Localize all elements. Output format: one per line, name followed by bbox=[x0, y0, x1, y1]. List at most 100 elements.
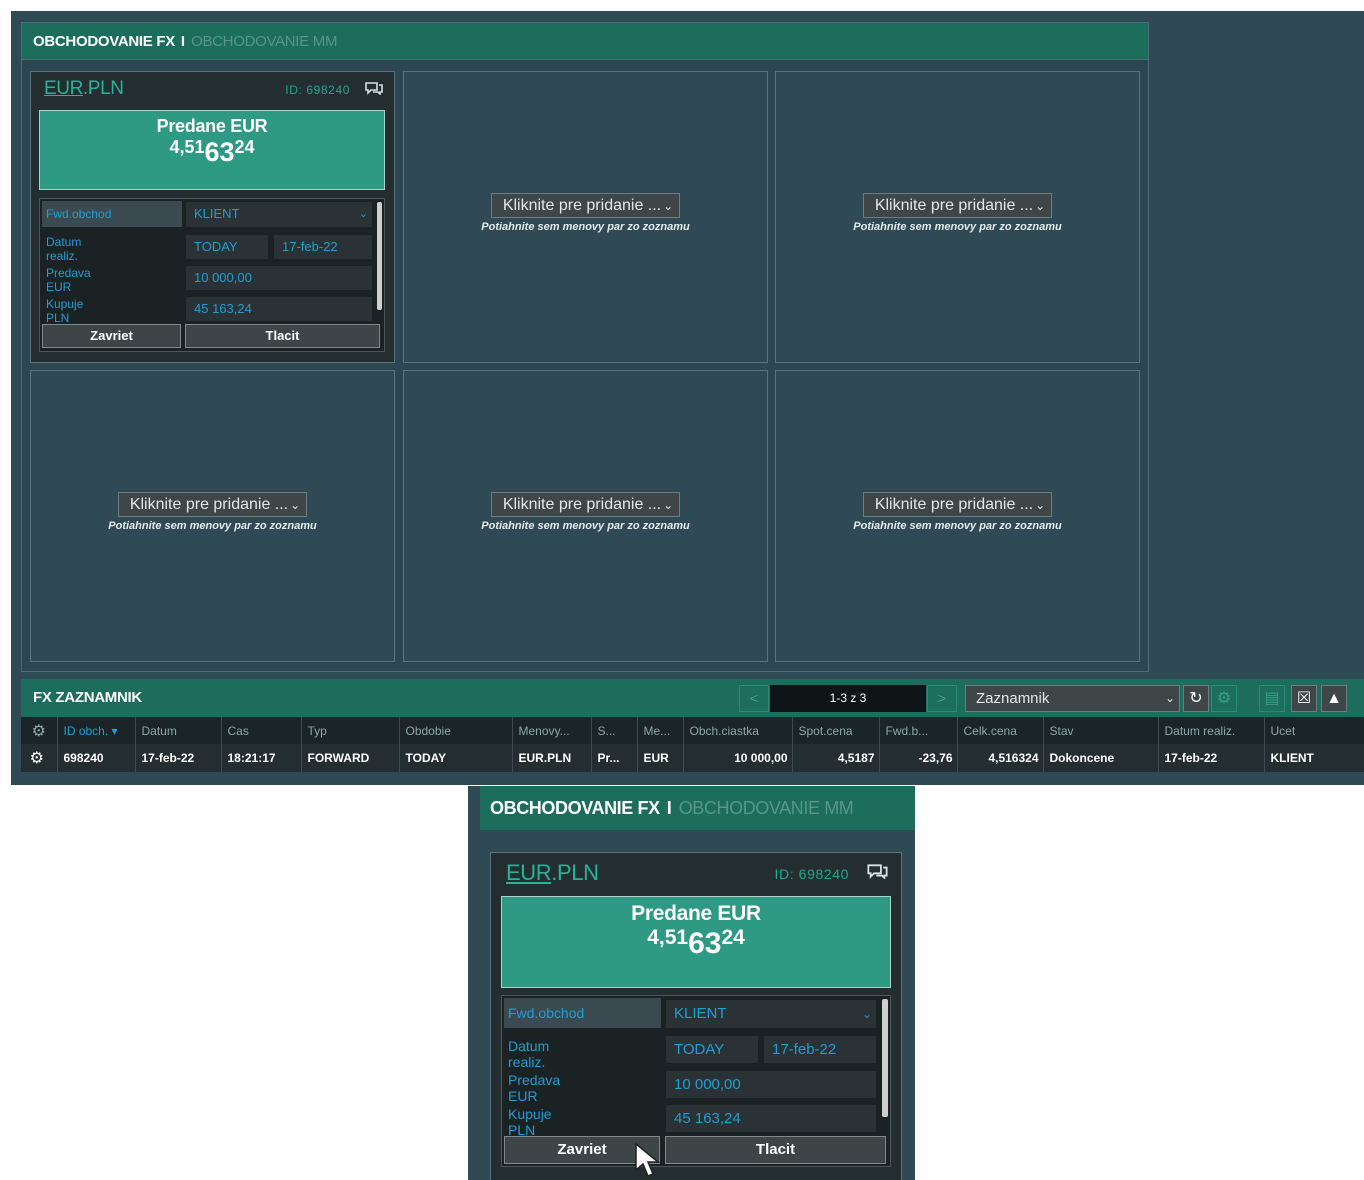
empty-ticket-slot[interactable]: Kliknite pre pridanie ... ⌄ Potiahnite se… bbox=[403, 370, 768, 662]
buy-amount-field[interactable]: 45 163,24 bbox=[666, 1105, 876, 1132]
column-header[interactable]: S... bbox=[591, 717, 638, 744]
fx-log-title: FX ZAZNAMNIK bbox=[33, 689, 142, 706]
gear-icon[interactable]: ⚙ bbox=[1211, 685, 1237, 712]
sell-amount-field[interactable]: 10 000,00 bbox=[186, 266, 372, 290]
print-icon[interactable]: ▤ bbox=[1259, 685, 1285, 712]
chevron-down-icon: ⌄ bbox=[663, 199, 674, 213]
column-header[interactable]: ID obch. ▾ bbox=[57, 717, 136, 744]
add-pair-label: Kliknite pre pridanie ... bbox=[129, 496, 289, 513]
trading-tabs-header: OBCHODOVANIE FX I OBCHODOVANIE MM bbox=[22, 23, 1148, 60]
add-pair-dropdown[interactable]: Kliknite pre pridanie ... ⌄ bbox=[490, 492, 681, 517]
fx-log-header: FX ZAZNAMNIK < 1-3 z 3 > Zaznamnik ⌄ ↻ ⚙… bbox=[21, 679, 1364, 717]
fx-trading-panel: OBCHODOVANIE FX I OBCHODOVANIE MM EUR.PL… bbox=[21, 22, 1149, 672]
column-header[interactable]: Spot.cena bbox=[792, 717, 880, 744]
sell-price-button[interactable]: Predane EUR 4,516324 bbox=[501, 896, 891, 988]
upload-icon[interactable]: ▲ bbox=[1321, 685, 1347, 712]
pair-base-link[interactable]: EUR bbox=[44, 78, 83, 99]
sell-price-button[interactable]: Predane EUR 4,516324 bbox=[39, 110, 385, 190]
add-pair-dropdown[interactable]: Kliknite pre pridanie ... ⌄ bbox=[490, 193, 681, 218]
deal-ticket-eur-pln: EUR.PLN ID: 698240 Predane EUR 4,516324 … bbox=[30, 71, 395, 363]
pair-base-link[interactable]: EUR bbox=[506, 860, 552, 885]
pair-quote: .PLN bbox=[551, 860, 599, 885]
column-header[interactable]: Ucet bbox=[1264, 717, 1364, 744]
column-header[interactable]: Cas bbox=[221, 717, 302, 744]
pager-prev-button[interactable]: < bbox=[739, 685, 769, 712]
mouse-cursor-icon bbox=[635, 1142, 661, 1177]
add-pair-label: Kliknite pre pridanie ... bbox=[502, 496, 662, 513]
sell-amount-field[interactable]: 10 000,00 bbox=[666, 1071, 876, 1098]
empty-ticket-slot[interactable]: Kliknite pre pridanie ... ⌄ Potiahnite se… bbox=[403, 71, 768, 363]
form-scrollbar[interactable] bbox=[882, 999, 888, 1117]
currency-pair-label[interactable]: EUR.PLN bbox=[506, 860, 599, 885]
empty-ticket-slot[interactable]: Kliknite pre pridanie ... ⌄ Potiahnite se… bbox=[775, 71, 1140, 363]
cell-value-date: 17-feb-22 bbox=[1158, 744, 1265, 772]
column-header[interactable]: Menovy... bbox=[512, 717, 592, 744]
cell-date: 17-feb-22 bbox=[135, 744, 222, 772]
column-header[interactable]: Datum bbox=[135, 717, 222, 744]
drag-hint: Potiahnite sem menovy par zo zoznamu bbox=[481, 221, 690, 233]
deal-ticket-eur-pln-zoom: EUR.PLN ID: 698240 Predane EUR 4,516324 … bbox=[490, 852, 902, 1180]
tab-obchodovanie-fx[interactable]: OBCHODOVANIE FX bbox=[33, 33, 175, 50]
add-pair-dropdown[interactable]: Kliknite pre pridanie ... ⌄ bbox=[117, 492, 308, 517]
tab-obchodovanie-mm[interactable]: OBCHODOVANIE MM bbox=[679, 798, 854, 819]
cell-spot-price: 4,5187 bbox=[792, 744, 880, 772]
ticket-header: EUR.PLN ID: 698240 bbox=[506, 860, 889, 890]
account-select[interactable]: KLIENT ⌄ bbox=[666, 1000, 876, 1028]
chevron-down-icon: ⌄ bbox=[1164, 691, 1175, 705]
tab-obchodovanie-mm[interactable]: OBCHODOVANIE MM bbox=[191, 33, 337, 50]
column-header[interactable]: Typ bbox=[301, 717, 400, 744]
log-view-select[interactable]: Zaznamnik ⌄ bbox=[965, 685, 1180, 712]
price-pip: 24 bbox=[234, 137, 255, 157]
price-quote: 4,516324 bbox=[502, 927, 890, 959]
cell-total-price: 4,516324 bbox=[957, 744, 1044, 772]
add-pair-label: Kliknite pre pridanie ... bbox=[874, 197, 1034, 214]
table-row[interactable]: ⚙ 698240 17-feb-22 18:21:17 FORWARD TODA… bbox=[21, 744, 1364, 772]
zoomed-ticket-view: OBCHODOVANIE FX I OBCHODOVANIE MM EUR.PL… bbox=[468, 786, 915, 1180]
column-header[interactable]: Stav bbox=[1043, 717, 1159, 744]
cell-account: KLIENT bbox=[1264, 744, 1364, 772]
refresh-icon[interactable]: ↻ bbox=[1183, 685, 1209, 712]
column-header[interactable]: Me... bbox=[637, 717, 684, 744]
chevron-down-icon: ⌄ bbox=[663, 498, 674, 512]
side-label: Predane EUR bbox=[631, 902, 761, 925]
buy-amount-field[interactable]: 45 163,24 bbox=[186, 297, 372, 321]
chat-bubbles-icon[interactable] bbox=[866, 863, 889, 879]
empty-ticket-slot[interactable]: Kliknite pre pridanie ... ⌄ Potiahnite se… bbox=[30, 370, 395, 662]
deal-id: ID: 698240 bbox=[774, 866, 849, 882]
tenor-field[interactable]: TODAY bbox=[666, 1036, 758, 1063]
print-button[interactable]: Tlacit bbox=[665, 1136, 886, 1164]
fwd-obchod-label: Fwd.obchod bbox=[42, 201, 182, 227]
currency-pair-label[interactable]: EUR.PLN bbox=[44, 78, 124, 99]
chat-bubbles-icon[interactable] bbox=[364, 81, 384, 95]
fx-trading-app: OBCHODOVANIE FX I OBCHODOVANIE MM EUR.PL… bbox=[11, 11, 1364, 785]
cell-time: 18:21:17 bbox=[221, 744, 302, 772]
column-header[interactable]: Obdobie bbox=[399, 717, 513, 744]
tab-obchodovanie-fx[interactable]: OBCHODOVANIE FX bbox=[490, 798, 660, 819]
add-pair-dropdown[interactable]: Kliknite pre pridanie ... ⌄ bbox=[862, 193, 1053, 218]
gear-icon[interactable]: ⚙ bbox=[21, 717, 58, 744]
column-header[interactable]: Obch.ciastka bbox=[683, 717, 793, 744]
column-header[interactable]: Celk.cena bbox=[957, 717, 1044, 744]
print-button[interactable]: Tlacit bbox=[185, 324, 380, 348]
gear-icon[interactable]: ⚙ bbox=[21, 744, 58, 772]
add-pair-dropdown[interactable]: Kliknite pre pridanie ... ⌄ bbox=[862, 492, 1053, 517]
value-date-field[interactable]: 17-feb-22 bbox=[764, 1036, 876, 1063]
chevron-down-icon: ⌄ bbox=[290, 498, 301, 512]
tenor-field[interactable]: TODAY bbox=[186, 235, 268, 259]
account-select[interactable]: KLIENT ⌄ bbox=[186, 202, 372, 227]
close-button[interactable]: Zavriet bbox=[42, 324, 181, 348]
cell-status: Dokoncene bbox=[1043, 744, 1159, 772]
column-header[interactable]: Datum realiz. bbox=[1158, 717, 1265, 744]
sell-amount-label: Predava EUR bbox=[508, 1072, 561, 1104]
column-header[interactable]: Fwd.b... bbox=[879, 717, 958, 744]
date-label: Datum realiz. bbox=[508, 1038, 550, 1070]
pager-next-button[interactable]: > bbox=[927, 685, 957, 712]
chevron-down-icon: ⌄ bbox=[1035, 199, 1046, 213]
excel-export-icon[interactable]: ☒ bbox=[1291, 685, 1317, 712]
form-scrollbar[interactable] bbox=[377, 202, 382, 310]
buy-amount-label: Kupuje PLN bbox=[46, 297, 84, 325]
empty-ticket-slot[interactable]: Kliknite pre pridanie ... ⌄ Potiahnite se… bbox=[775, 370, 1140, 662]
value-date-field[interactable]: 17-feb-22 bbox=[274, 235, 372, 259]
cell-side: Pr... bbox=[591, 744, 638, 772]
fx-log-panel: FX ZAZNAMNIK < 1-3 z 3 > Zaznamnik ⌄ ↻ ⚙… bbox=[21, 679, 1364, 785]
